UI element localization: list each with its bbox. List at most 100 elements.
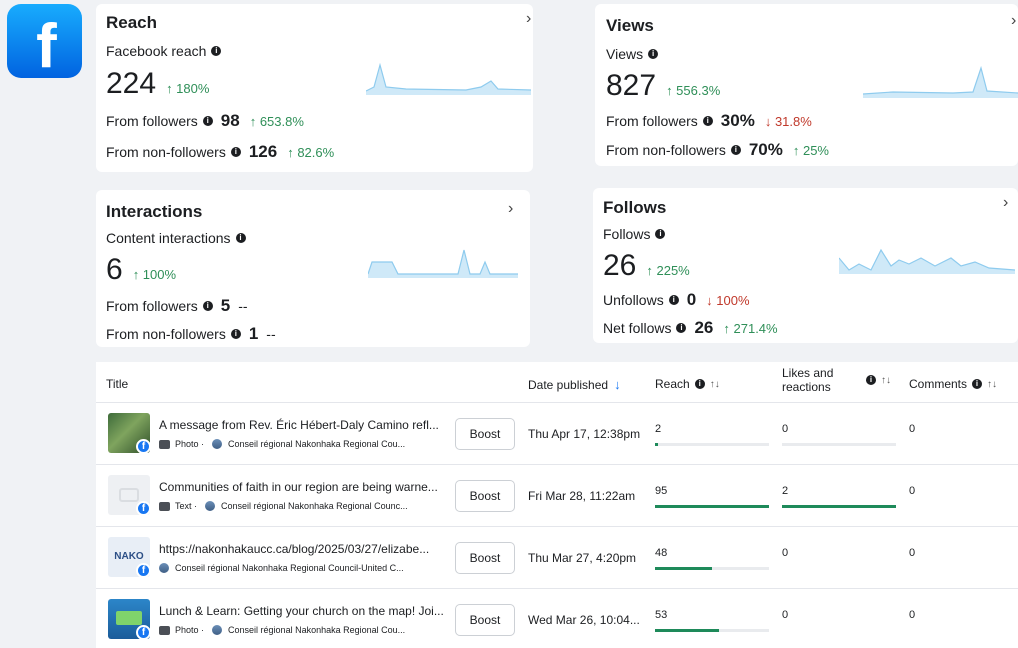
info-icon[interactable]: i <box>230 329 241 339</box>
chevron-right-icon[interactable]: › <box>1011 12 1016 30</box>
info-icon[interactable]: i <box>202 301 213 311</box>
table-row[interactable]: NAKO f https://nakonhakaucc.ca/blog/2025… <box>96 526 1018 588</box>
views-from-non-followers: From non-followers i 70% ↑ 25% <box>606 140 829 159</box>
reach-from-non-followers: From non-followers i 126 ↑ 82.6% <box>106 142 335 161</box>
facebook-badge-icon: f <box>136 501 151 516</box>
column-likes-reactions[interactable]: Likes and reactions i ↑↓ <box>782 366 902 394</box>
reach-value: 2 <box>655 423 662 435</box>
info-icon[interactable]: i <box>866 375 876 385</box>
views-card[interactable]: Views › Views i 827 ↑ 556.3% From follower… <box>595 4 1018 166</box>
reach-value: 48 <box>655 547 668 559</box>
info-icon[interactable]: i <box>694 379 705 389</box>
follows-card[interactable]: Follows › Follows i 26 ↑ 225% Unfollows i 0… <box>593 188 1018 343</box>
net-follows-row: Net follows i 26 ↑ 271.4% <box>603 318 778 337</box>
post-title[interactable]: Lunch & Learn: Getting your church on th… <box>159 604 449 618</box>
info-icon[interactable]: i <box>730 145 741 155</box>
interactions-card[interactable]: Interactions › Content interactions i 6 ↑ … <box>96 190 530 347</box>
views-sparkline <box>863 65 1018 98</box>
comments-value: 0 <box>909 423 916 435</box>
follows-sparkline <box>839 248 1015 274</box>
views-value: 827 ↑ 556.3% <box>606 69 721 102</box>
chevron-right-icon[interactable]: › <box>508 200 513 218</box>
post-meta: Text · Conseil régional Nakonhaka Region… <box>159 501 449 511</box>
reach-value: 224 ↑ 180% <box>106 67 210 100</box>
page-avatar-icon <box>205 501 216 511</box>
column-date-published[interactable]: Date published ↓ <box>528 377 621 392</box>
info-icon[interactable]: i <box>235 233 246 243</box>
photo-icon <box>159 625 170 635</box>
table-row[interactable]: f Communities of faith in our region are… <box>96 464 1018 526</box>
interactions-title: Interactions <box>106 202 203 221</box>
date-published: Thu Mar 27, 4:20pm <box>528 551 637 565</box>
page-avatar-icon <box>212 625 223 635</box>
interactions-from-non-followers: From non-followers i 1 -- <box>106 324 276 343</box>
info-icon[interactable]: i <box>676 323 687 333</box>
content-interactions-label: Content interactions i <box>106 230 246 246</box>
comments-value: 0 <box>909 485 916 497</box>
reach-from-followers: From followers i 98 ↑ 653.8% <box>106 111 304 130</box>
table-row[interactable]: f A message from Rev. Éric Hébert-Daly C… <box>96 402 1018 464</box>
views-label: Views i <box>606 46 659 62</box>
post-title[interactable]: Communities of faith in our region are b… <box>159 480 449 494</box>
reach-title: Reach <box>106 13 158 32</box>
reach-bar-fill <box>655 567 712 570</box>
facebook-logo: f <box>7 4 82 81</box>
post-meta: Photo · Conseil régional Nakonhaka Regio… <box>159 625 449 635</box>
info-icon[interactable]: i <box>972 379 983 389</box>
reach-value: 95 <box>655 485 668 497</box>
comments-value: 0 <box>909 609 916 621</box>
info-icon[interactable]: i <box>668 295 679 305</box>
posts-table: Title Date published ↓ Reach i ↑↓ Likes and… <box>96 362 1018 648</box>
date-published: Wed Mar 26, 10:04... <box>528 613 640 627</box>
facebook-reach-label: Facebook reach i <box>106 43 222 59</box>
info-icon[interactable]: i <box>202 116 213 126</box>
reach-bar <box>655 629 769 632</box>
sort-icon[interactable]: ↑↓ <box>710 379 720 390</box>
chevron-right-icon[interactable]: › <box>1003 194 1008 212</box>
interactions-value: 6 ↑ 100% <box>106 253 177 286</box>
info-icon[interactable]: i <box>230 147 241 157</box>
views-from-followers: From followers i 30% ↓ 31.8% <box>606 111 812 130</box>
info-icon[interactable]: i <box>648 49 659 59</box>
table-row[interactable]: f Lunch & Learn: Getting your church on … <box>96 588 1018 648</box>
facebook-badge-icon: f <box>136 625 151 640</box>
boost-button[interactable]: Boost <box>455 418 515 450</box>
reach-bar-fill <box>655 505 769 508</box>
info-icon[interactable]: i <box>211 46 222 56</box>
likes-bar <box>782 443 896 446</box>
info-icon[interactable]: i <box>655 229 666 239</box>
boost-button[interactable]: Boost <box>455 604 515 636</box>
boost-button[interactable]: Boost <box>455 480 515 512</box>
column-comments[interactable]: Comments i ↑↓ <box>909 377 997 391</box>
post-title[interactable]: A message from Rev. Éric Hébert-Daly Cam… <box>159 418 449 432</box>
post-meta: Photo · Conseil régional Nakonhaka Regio… <box>159 439 449 449</box>
likes-value: 2 <box>782 485 789 497</box>
reach-bar <box>655 567 769 570</box>
facebook-badge-icon: f <box>136 439 151 454</box>
follows-label: Follows i <box>603 226 666 242</box>
reach-value: 53 <box>655 609 668 621</box>
date-published: Fri Mar 28, 11:22am <box>528 489 636 503</box>
info-icon[interactable]: i <box>702 116 713 126</box>
photo-icon <box>159 439 170 449</box>
date-published: Thu Apr 17, 12:38pm <box>528 427 641 441</box>
boost-button[interactable]: Boost <box>455 542 515 574</box>
sort-icon[interactable]: ↑↓ <box>881 375 891 386</box>
page-avatar-icon <box>212 439 223 449</box>
interactions-from-followers: From followers i 5 -- <box>106 296 248 315</box>
sort-down-icon[interactable]: ↓ <box>614 377 621 392</box>
post-title[interactable]: https://nakonhakaucc.ca/blog/2025/03/27/… <box>159 542 449 556</box>
reach-sparkline <box>366 62 531 95</box>
reach-card[interactable]: Reach › Facebook reach i 224 ↑ 180% From f… <box>96 4 533 172</box>
unfollows-row: Unfollows i 0 ↓ 100% <box>603 290 750 309</box>
column-reach[interactable]: Reach i ↑↓ <box>655 377 720 391</box>
likes-value: 0 <box>782 547 789 559</box>
chevron-right-icon[interactable]: › <box>526 10 531 28</box>
likes-value: 0 <box>782 423 789 435</box>
sort-icon[interactable]: ↑↓ <box>987 379 997 390</box>
reach-bar <box>655 505 769 508</box>
likes-bar-fill <box>782 505 896 508</box>
reach-bar <box>655 443 769 446</box>
facebook-badge-icon: f <box>136 563 151 578</box>
column-title[interactable]: Title <box>106 377 128 391</box>
